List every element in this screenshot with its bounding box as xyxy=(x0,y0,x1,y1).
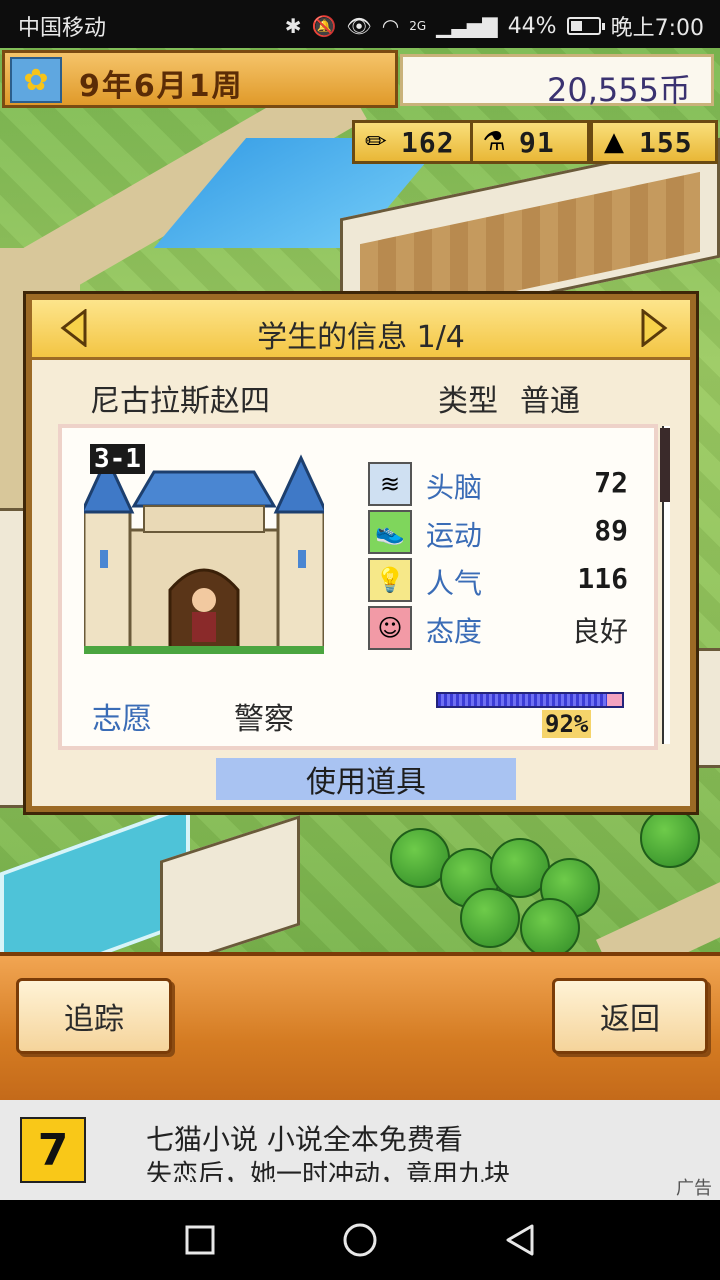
eye-icon: 👁 xyxy=(346,14,372,38)
ad-tag: 广告 xyxy=(676,1178,712,1199)
stat-row-attitude: ☺ 态度 良好 xyxy=(368,606,638,650)
stat-value: 良好 xyxy=(571,616,628,647)
stat-research: ⚗ 91 xyxy=(470,120,590,164)
type-value: 普通 xyxy=(520,384,580,419)
system-back-button[interactable] xyxy=(500,1220,540,1260)
signal-icon: ▁▃▅▇ xyxy=(436,14,498,38)
track-button[interactable]: 追踪 xyxy=(16,978,172,1054)
battery-icon xyxy=(566,17,605,35)
student-name: 尼古拉斯赵四 xyxy=(90,384,270,419)
sunflower-icon: ✿ xyxy=(10,57,62,103)
stat-row-brain: ≋ 头脑 72 xyxy=(368,462,638,506)
student-info-dialog: 学生的信息 1/4 尼古拉斯赵四 类型 普通 3-1 ≋ 头脑 72 👟 运动 … xyxy=(26,294,696,812)
wish-progress-fill xyxy=(438,694,608,706)
pencil-icon: ✏ xyxy=(365,127,387,157)
stat-value: 89 xyxy=(594,514,628,547)
stat-value: 116 xyxy=(577,562,628,595)
sneaker-icon: 👟 xyxy=(368,510,412,554)
circle-icon xyxy=(343,1223,377,1257)
status-bar: 中国移动 ✱ 🔕 👁 ◠ 2G ▁▃▅▇ 44% 晚上7:00 xyxy=(0,0,720,48)
wish-label: 志愿 xyxy=(92,702,152,737)
app-logo-icon: 7 xyxy=(20,1117,86,1183)
stat-label: 人气 xyxy=(426,567,483,600)
wish-progress-bar xyxy=(436,692,624,708)
tree xyxy=(460,888,520,948)
game-date: 9年6月1周 xyxy=(79,69,244,104)
home-button[interactable] xyxy=(340,1220,380,1260)
smiley-icon: ☺ xyxy=(368,606,412,650)
stat-value: 72 xyxy=(594,466,628,499)
scrollbar-thumb[interactable] xyxy=(660,428,670,502)
wish-value: 警察 xyxy=(234,702,294,737)
money-amount: 20,555币 xyxy=(547,71,691,109)
stat-label: 态度 xyxy=(426,615,483,648)
tree xyxy=(520,898,580,958)
use-item-button[interactable]: 使用道具 xyxy=(216,758,516,800)
brain-icon: ≋ xyxy=(368,462,412,506)
next-student-button[interactable] xyxy=(636,308,672,348)
triangle-back-icon xyxy=(506,1224,534,1256)
stat-tower: ▲ 155 xyxy=(590,120,718,164)
wish-progress-text: 92% xyxy=(542,710,592,738)
battery-level xyxy=(570,21,583,31)
stat-tower-value: 155 xyxy=(639,125,693,159)
stat-label: 头脑 xyxy=(426,471,483,504)
classroom-label: 3-1 xyxy=(90,444,145,474)
date-panel: ✿ 9年6月1周 xyxy=(2,50,398,108)
flask-icon: ⚗ xyxy=(482,127,506,157)
stat-research-value: 91 xyxy=(519,125,555,159)
wifi-icon: ◠ xyxy=(381,14,400,38)
tree xyxy=(640,808,700,868)
lightbulb-icon: 💡 xyxy=(368,558,412,602)
status-icons: ✱ 🔕 👁 ◠ 2G ▁▃▅▇ 44% 晚上7:00 xyxy=(285,10,704,42)
classroom-castle-image xyxy=(84,454,324,654)
stat-row-popularity: 💡 人气 116 xyxy=(368,558,638,602)
type-label: 类型 xyxy=(438,384,498,419)
arrow-right-icon xyxy=(641,309,668,347)
square-icon xyxy=(185,1225,215,1255)
stat-row-sport: 👟 运动 89 xyxy=(368,510,638,554)
dialog-title: 学生的信息 1/4 xyxy=(257,320,465,355)
battery-percent: 44% xyxy=(507,13,557,39)
stat-label: 运动 xyxy=(426,519,483,552)
student-detail-panel: 3-1 ≋ 头脑 72 👟 运动 89 💡 人气 116 ☺ 态度 良好 志愿 … xyxy=(58,424,658,750)
money-panel: 20,555币 xyxy=(400,54,714,109)
ad-banner[interactable]: 7 七猫小说 小说全本免费看 失恋后，她一时冲动，竟用九块 广告 xyxy=(0,1100,720,1200)
network-type: 2G xyxy=(409,19,427,33)
back-button[interactable]: 返回 xyxy=(552,978,708,1054)
mute-icon: 🔕 xyxy=(311,14,337,38)
tower-icon: ▲ xyxy=(604,127,624,157)
clock: 晚上7:00 xyxy=(610,16,704,41)
bluetooth-icon: ✱ xyxy=(284,14,302,38)
bottom-action-bar: 追踪 返回 xyxy=(0,952,720,1100)
carrier-name: 中国移动 xyxy=(18,16,107,41)
ad-subline: 失恋后，她一时冲动，竟用九块 xyxy=(146,1160,511,1182)
recent-apps-button[interactable] xyxy=(180,1220,220,1260)
ad-headline: 七猫小说 小说全本免费看 xyxy=(146,1123,463,1156)
system-navbar xyxy=(0,1200,720,1280)
dialog-titlebar: 学生的信息 1/4 xyxy=(32,300,690,360)
stat-study-value: 162 xyxy=(401,125,455,159)
